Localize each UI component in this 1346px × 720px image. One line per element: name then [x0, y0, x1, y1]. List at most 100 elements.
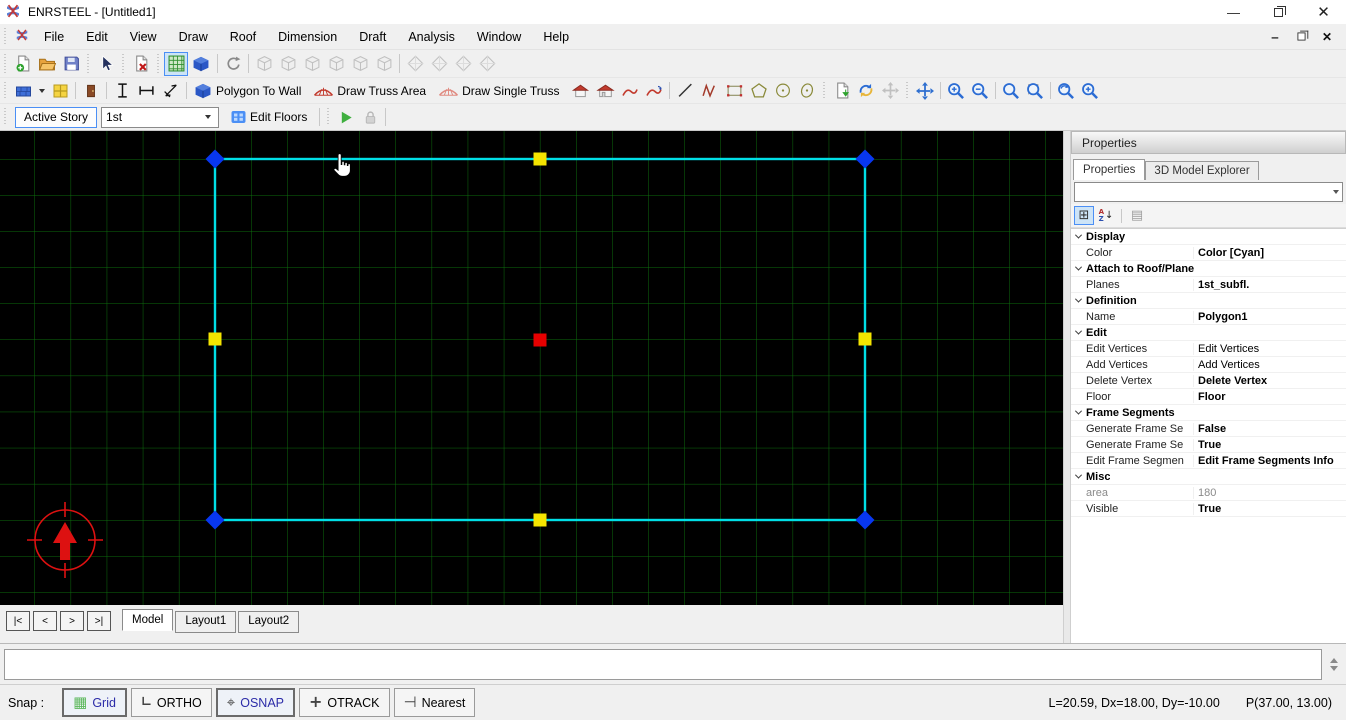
midpoint-handle[interactable]: [858, 332, 872, 346]
menu-item[interactable]: View: [119, 24, 168, 49]
snap-toggle[interactable]: Grid: [62, 688, 127, 717]
midpoint-handle[interactable]: [533, 152, 547, 166]
property-value[interactable]: 180: [1194, 487, 1346, 499]
new-button[interactable]: [11, 52, 35, 76]
menu-item[interactable]: Draw: [168, 24, 219, 49]
property-value[interactable]: True: [1194, 503, 1346, 515]
drawing-canvas[interactable]: [0, 131, 1063, 605]
properties-tab[interactable]: 3D Model Explorer: [1145, 161, 1259, 180]
polygon-to-wall-button[interactable]: Polygon To Wall: [190, 80, 310, 102]
property-row[interactable]: Floor Floor: [1071, 389, 1346, 405]
pan-button[interactable]: [913, 80, 937, 102]
scroll-up-icon[interactable]: [1329, 657, 1338, 663]
draw-truss-area-button[interactable]: Draw Truss Area: [310, 80, 435, 102]
property-pages-button[interactable]: ▤: [1127, 206, 1147, 225]
sheet-tab[interactable]: Layout1: [175, 611, 237, 633]
open-button[interactable]: [35, 52, 59, 76]
command-history-scroll[interactable]: [1325, 649, 1342, 680]
view-bottom-button[interactable]: [276, 52, 300, 76]
property-row[interactable]: Delete Vertex Delete Vertex: [1071, 373, 1346, 389]
line-tool-button[interactable]: [673, 80, 697, 102]
view-back-button[interactable]: [372, 52, 396, 76]
circle-tool-button[interactable]: [771, 80, 795, 102]
sheet-tab[interactable]: Layout2: [238, 611, 300, 633]
view-top-button[interactable]: [252, 52, 276, 76]
snap-toggle[interactable]: OSNAP: [215, 688, 295, 717]
roof-slope-edit-button[interactable]: [642, 80, 666, 102]
midpoint-handle[interactable]: [533, 513, 547, 527]
rectangle-tool-button[interactable]: [722, 80, 747, 102]
menu-item[interactable]: Roof: [219, 24, 267, 49]
polyline-tool-button[interactable]: [697, 80, 722, 102]
sheet-nav-button[interactable]: |<: [6, 611, 30, 631]
wall-tool-dropdown[interactable]: [39, 88, 45, 93]
ellipse-tool-button[interactable]: [795, 80, 819, 102]
dimension-aligned-button[interactable]: [159, 80, 183, 102]
property-value[interactable]: True: [1194, 439, 1346, 451]
view-left-button[interactable]: [300, 52, 324, 76]
polygon-tool-button[interactable]: [747, 80, 771, 102]
property-row[interactable]: Edit Frame Segmen Edit Frame Segments In…: [1071, 453, 1346, 469]
roof-gable-button[interactable]: [593, 80, 618, 102]
zoom-extents-button[interactable]: [1078, 80, 1102, 102]
sheet-tab[interactable]: Model: [122, 609, 174, 631]
wall-tool-button[interactable]: [11, 80, 36, 102]
orbit-button[interactable]: [221, 52, 245, 76]
property-row[interactable]: Add Vertices Add Vertices: [1071, 357, 1346, 373]
move-tool-disabled-button[interactable]: [878, 80, 902, 102]
property-row[interactable]: Misc: [1071, 469, 1346, 485]
sheet-nav-button[interactable]: >: [60, 611, 84, 631]
snap-toggle[interactable]: ORTHO: [130, 688, 212, 717]
property-value[interactable]: Polygon1: [1194, 311, 1346, 323]
zoom-scale-button[interactable]: [1023, 80, 1047, 102]
sheet-nav-button[interactable]: >|: [87, 611, 111, 631]
zoom-previous-button[interactable]: [1054, 80, 1078, 102]
property-row[interactable]: Frame Segments: [1071, 405, 1346, 421]
snap-toggle[interactable]: Nearest: [393, 688, 476, 717]
property-row[interactable]: Color Color [Cyan]: [1071, 245, 1346, 261]
properties-panel-header[interactable]: Properties: [1071, 131, 1346, 154]
regenerate-button[interactable]: [854, 80, 878, 102]
properties-tab[interactable]: Properties: [1073, 159, 1146, 180]
iso-nw-button[interactable]: [475, 52, 499, 76]
import-model-button[interactable]: [830, 80, 854, 102]
property-value[interactable]: Delete Vertex: [1194, 375, 1346, 387]
property-value[interactable]: Color [Cyan]: [1194, 247, 1346, 259]
dimension-horizontal-button[interactable]: [134, 80, 159, 102]
property-row[interactable]: area 180: [1071, 485, 1346, 501]
command-input[interactable]: [4, 648, 1322, 680]
view-right-button[interactable]: [324, 52, 348, 76]
iso-ne-button[interactable]: [451, 52, 475, 76]
restore-button[interactable]: [1256, 0, 1301, 24]
property-value[interactable]: Floor: [1194, 391, 1346, 403]
menu-item[interactable]: Help: [532, 24, 580, 49]
minimize-button[interactable]: —: [1211, 0, 1256, 24]
edit-floors-button[interactable]: Edit Floors: [227, 106, 316, 128]
panel-splitter[interactable]: [1063, 131, 1071, 643]
property-row[interactable]: Definition: [1071, 293, 1346, 309]
property-row[interactable]: Edit Vertices Edit Vertices: [1071, 341, 1346, 357]
door-tool-button[interactable]: [79, 80, 103, 102]
zoom-window-button[interactable]: [999, 80, 1023, 102]
iso-se-button[interactable]: [427, 52, 451, 76]
mdi-restore-button[interactable]: [1290, 28, 1312, 46]
zoom-out-button[interactable]: [968, 80, 992, 102]
sheet-nav-button[interactable]: <: [33, 611, 57, 631]
view-front-button[interactable]: [348, 52, 372, 76]
center-handle[interactable]: [533, 333, 547, 347]
menu-item[interactable]: Window: [466, 24, 532, 49]
property-row[interactable]: Name Polygon1: [1071, 309, 1346, 325]
midpoint-handle[interactable]: [208, 332, 222, 346]
iso-sw-button[interactable]: [403, 52, 427, 76]
view-3d-button[interactable]: [188, 52, 214, 76]
active-story-button[interactable]: Active Story: [15, 106, 98, 128]
property-row[interactable]: Edit: [1071, 325, 1346, 341]
object-selector[interactable]: [1074, 182, 1343, 202]
save-button[interactable]: [59, 52, 83, 76]
property-value[interactable]: Edit Frame Segments Info: [1194, 455, 1346, 467]
zoom-in-button[interactable]: [944, 80, 968, 102]
lock-button[interactable]: [358, 106, 382, 128]
menu-item[interactable]: Dimension: [267, 24, 348, 49]
menu-item[interactable]: Analysis: [397, 24, 466, 49]
menu-item[interactable]: Edit: [75, 24, 119, 49]
